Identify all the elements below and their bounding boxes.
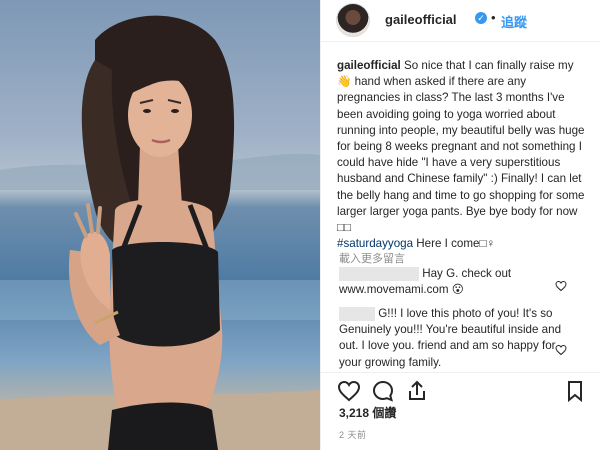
- photo-illustration: [0, 15, 320, 450]
- caption-unrendered-glyphs: □□: [337, 221, 352, 235]
- post-photo[interactable]: [0, 0, 320, 450]
- caption-end-glyphs: □♀: [479, 237, 496, 251]
- comment-like-heart-icon[interactable]: [555, 280, 567, 292]
- hashtag-link[interactable]: #saturdayyoga: [337, 237, 413, 250]
- comment-1: Hay G. check out www.movemami.com 😮: [339, 266, 564, 298]
- share-icon[interactable]: [405, 379, 429, 403]
- comment-like-heart-icon[interactable]: [555, 344, 567, 356]
- comment-2: G!!! I love this photo of you! It's so G…: [339, 306, 564, 371]
- post-timestamp[interactable]: 2 天前: [339, 428, 367, 441]
- heart-icon[interactable]: [337, 379, 361, 403]
- instagram-post: gaileofficial ✓ • 追蹤 gaileofficial So ni…: [0, 0, 600, 450]
- verified-check-icon: ✓: [475, 12, 487, 24]
- post-header: gaileofficial ✓ • 追蹤: [321, 0, 600, 42]
- redacted-username: [339, 306, 375, 321]
- follow-button[interactable]: 追蹤: [501, 12, 527, 31]
- caption-username[interactable]: gaileofficial: [337, 59, 401, 72]
- header-dot-separator: •: [491, 10, 496, 25]
- load-more-comments-link[interactable]: 載入更多留言: [339, 250, 405, 266]
- caption-text-1: So nice that I can finally raise my: [400, 59, 574, 72]
- caption-text-3: Here I come: [413, 237, 480, 251]
- post-caption: gaileofficial So nice that I can finally…: [337, 58, 589, 252]
- post-side-panel: gaileofficial ✓ • 追蹤 gaileofficial So ni…: [320, 0, 600, 450]
- caption-text-2: hand when asked if there are any pregnan…: [337, 75, 585, 218]
- header-username[interactable]: gaileofficial: [385, 12, 457, 27]
- redacted-username: [339, 266, 419, 281]
- wave-emoji: 👋: [337, 75, 352, 89]
- like-count[interactable]: 3,218 個讚: [339, 404, 396, 421]
- comment-bubble-icon[interactable]: [371, 379, 395, 403]
- bookmark-icon[interactable]: [563, 379, 587, 403]
- avatar[interactable]: [337, 4, 369, 36]
